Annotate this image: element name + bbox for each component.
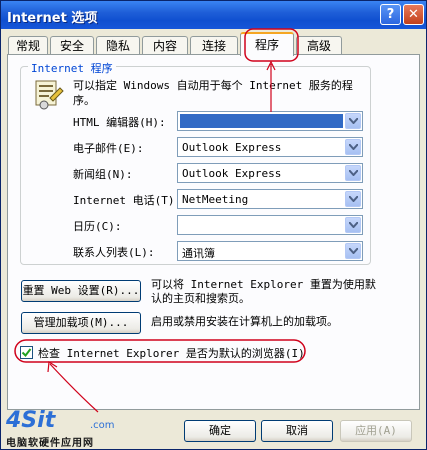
internet-call-select[interactable]: NetMeeting	[177, 189, 363, 209]
contacts-value: 通讯簿	[182, 247, 215, 260]
chevron-down-icon[interactable]	[345, 243, 361, 259]
default-browser-checkbox[interactable]	[20, 346, 33, 359]
window-title: Internet 选项	[7, 11, 98, 26]
chevron-down-icon[interactable]	[345, 165, 361, 181]
ok-button[interactable]: 确定	[184, 420, 256, 442]
cancel-button[interactable]: 取消	[261, 420, 333, 442]
programs-icon	[35, 80, 64, 110]
tab-programs[interactable]: 程序	[240, 32, 294, 56]
email-select[interactable]: Outlook Express	[177, 137, 363, 157]
tab-security[interactable]: 安全	[50, 36, 94, 55]
html-editor-label: HTML 编辑器(H):	[73, 116, 166, 129]
chevron-down-icon[interactable]	[345, 191, 361, 207]
reset-web-note-line-2: 认的主页和搜索页。	[151, 292, 250, 305]
tab-privacy[interactable]: 隐私	[96, 36, 140, 55]
calendar-label: 日历(C):	[73, 220, 122, 233]
contacts-label: 联系人列表(L):	[73, 246, 155, 259]
help-button[interactable]: ?	[380, 4, 401, 25]
description-line-1: 可以指定 Windows 自动用于每个 Internet 服务的程序。	[73, 79, 353, 107]
email-value: Outlook Express	[182, 141, 282, 154]
tab-general[interactable]: 常规	[8, 36, 48, 55]
chevron-down-icon[interactable]	[345, 113, 361, 129]
newsgroups-select[interactable]: Outlook Express	[177, 163, 363, 183]
reset-web-note-line-1: 可以将 Internet Explorer 重置为使用默	[151, 278, 376, 291]
reset-web-settings-button[interactable]: 重置 Web 设置(R)...	[21, 280, 141, 302]
tab-connections[interactable]: 连接	[190, 36, 238, 55]
title-bar[interactable]: Internet 选项 ? ✕	[1, 1, 426, 29]
html-editor-select[interactable]	[177, 111, 363, 131]
newsgroups-value: Outlook Express	[182, 167, 282, 180]
chevron-down-icon[interactable]	[345, 217, 361, 233]
logo-brand: 4Sit	[6, 408, 56, 433]
html-editor-value	[180, 114, 343, 128]
calendar-select[interactable]	[177, 215, 363, 235]
logo-domain: .com	[90, 420, 115, 431]
chevron-down-icon[interactable]	[345, 139, 361, 155]
addons-note: 启用或禁用安装在计算机上的加载项。	[151, 315, 338, 328]
newsgroups-label: 新闻组(N):	[73, 168, 133, 181]
email-label: 电子邮件(E):	[73, 142, 144, 155]
close-button[interactable]: ✕	[403, 4, 424, 25]
checkmark-icon	[21, 348, 32, 358]
reset-web-note: 可以将 Internet Explorer 重置为使用默 认的主页和搜索页。	[151, 278, 413, 306]
apply-button[interactable]: 应用(A)	[340, 420, 412, 442]
group-title: Internet 程序	[28, 60, 116, 76]
internet-call-label: Internet 电话(T):	[73, 194, 182, 207]
contacts-select[interactable]: 通讯簿	[177, 241, 363, 261]
tab-content[interactable]: 内容	[142, 36, 188, 55]
programs-description: 可以指定 Windows 自动用于每个 Internet 服务的程序。	[73, 78, 368, 108]
manage-addons-button[interactable]: 管理加载项(M)...	[21, 312, 141, 334]
internet-call-value: NetMeeting	[182, 193, 249, 206]
default-browser-label: 检查 Internet Explorer 是否为默认的浏览器(I)	[38, 347, 305, 360]
logo-tagline: 电脑软硬件应用网	[6, 438, 94, 449]
site-logo: 4Sit .com 电脑软硬件应用网	[4, 408, 122, 449]
tab-advanced[interactable]: 高级	[296, 36, 342, 55]
